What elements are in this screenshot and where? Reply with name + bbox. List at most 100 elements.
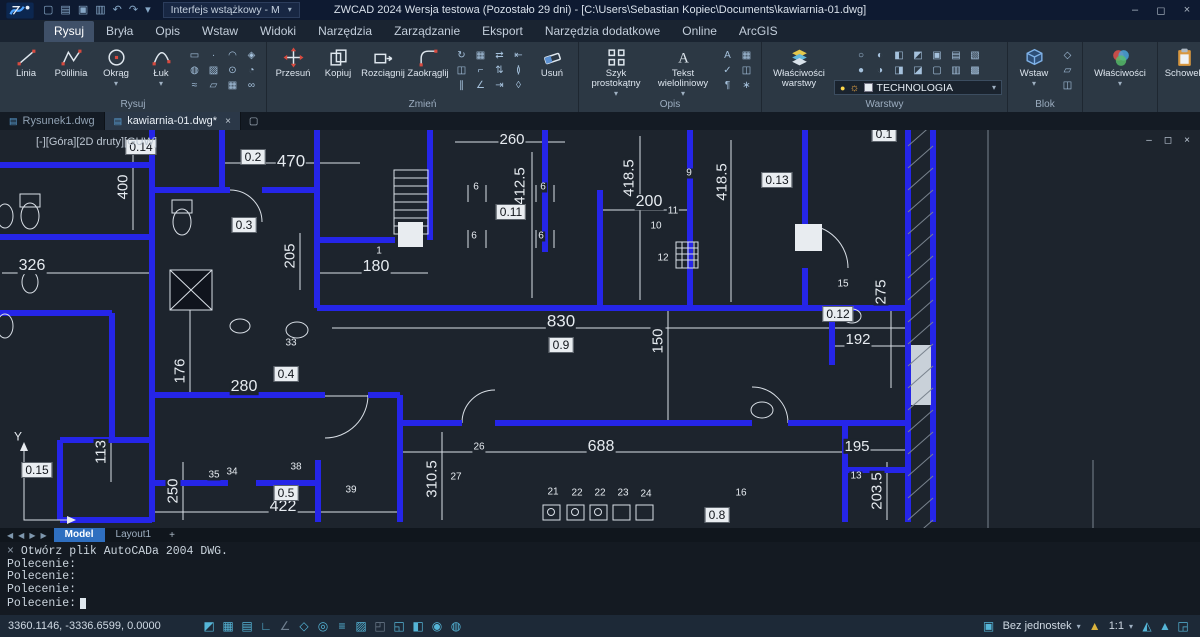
ribbon-tab-arcgis[interactable]: ArcGIS	[729, 21, 788, 42]
break-icon[interactable]: ⇤	[510, 48, 527, 63]
annotation-autoscale-icon[interactable]: ▲	[1156, 617, 1174, 635]
command-prompt-line[interactable]: Polecenie:	[7, 598, 1193, 611]
wstaw-button[interactable]: Wstaw ▾	[1013, 44, 1055, 97]
annotation-monitor-icon[interactable]: ◍	[447, 617, 465, 635]
schowek-button[interactable]: Schowek	[1163, 44, 1200, 97]
polar-tracking-icon[interactable]: ∠	[276, 617, 294, 635]
doc-minimize-icon[interactable]: –	[1146, 135, 1152, 146]
layer-on-icon[interactable]: ●	[853, 63, 870, 78]
layer-delete-icon[interactable]: ▩	[967, 63, 984, 78]
ribbon-tab-eksport[interactable]: Eksport	[472, 21, 533, 42]
ribbon-tab-wstaw[interactable]: Wstaw	[192, 21, 248, 42]
ribbon-tab-widoki[interactable]: Widoki	[250, 21, 306, 42]
przesun-button[interactable]: Przesuń	[272, 44, 314, 97]
doc-restore-icon[interactable]: ◻	[1164, 135, 1172, 146]
zwcad-logo-icon[interactable]	[5, 2, 35, 19]
ribbon-tab-bryła[interactable]: Bryła	[96, 21, 143, 42]
layer-thaw-icon[interactable]: ◑	[872, 63, 889, 78]
redo-icon[interactable]: ↷	[129, 1, 138, 19]
spline-icon[interactable]: ≈	[186, 78, 203, 93]
doc-tab-rysunek1[interactable]: ▤ Rysunek1.dwg	[0, 112, 105, 130]
polilinia-button[interactable]: Polilinia	[50, 44, 92, 97]
scale-icon[interactable]: ⇄	[491, 48, 508, 63]
usun-button[interactable]: Usuń	[531, 44, 573, 97]
new-file-icon[interactable]: ▢	[43, 1, 53, 19]
offset-icon[interactable]: ∥	[453, 78, 470, 93]
arc-segment-icon[interactable]: ◠	[224, 48, 241, 63]
units-label[interactable]: Bez jednostek	[1003, 620, 1072, 632]
spell-check-icon[interactable]: ✓	[719, 63, 736, 78]
rectangle-icon[interactable]: ▭	[186, 48, 203, 63]
qat-dropdown-icon[interactable]: ▾	[145, 1, 151, 19]
close-icon[interactable]: ×	[1174, 4, 1200, 17]
doc-tab-close-icon[interactable]: ×	[225, 116, 231, 127]
linia-button[interactable]: Linia	[5, 44, 47, 97]
grid-display-icon[interactable]: ▤	[238, 617, 256, 635]
add-layout-button[interactable]: +	[162, 530, 182, 541]
okrag-button[interactable]: Okrąg ▾	[95, 44, 137, 97]
ribbon-tab-narzędzia[interactable]: Narzędzia	[308, 21, 382, 42]
zaokraglij-button[interactable]: Zaokrąglij	[407, 44, 449, 97]
field-icon[interactable]: ◫	[738, 63, 755, 78]
quick-properties-icon[interactable]: ◧	[409, 617, 427, 635]
units-icon[interactable]: ▣	[980, 617, 998, 635]
ribbon-tab-rysuj[interactable]: Rysuj	[44, 21, 94, 42]
hatch-icon[interactable]: ▨	[205, 63, 222, 78]
wlasciwosci-button[interactable]: Właściwości ▾	[1088, 44, 1152, 97]
viewport-controls[interactable]: [-][Góra][2D druty][GUW]	[36, 136, 157, 148]
align-icon[interactable]: ⇅	[491, 63, 508, 78]
table-icon[interactable]: ▦	[224, 78, 241, 93]
join-icon[interactable]: ≬	[510, 63, 527, 78]
annotative-scale-icon[interactable]: ▲	[1086, 617, 1104, 635]
revision-cloud-icon[interactable]: ◔	[243, 63, 260, 78]
snap-mode-icon[interactable]: ▦	[219, 617, 237, 635]
maximize-icon[interactable]: ◻	[1148, 4, 1174, 17]
annotation-misc-icon[interactable]: ∗	[738, 78, 755, 93]
polygon-icon[interactable]: ▱	[205, 78, 222, 93]
tab-model[interactable]: Model	[54, 528, 105, 542]
explode-icon[interactable]: ◊	[510, 78, 527, 93]
ribbon-tab-zarządzanie[interactable]: Zarządzanie	[384, 21, 470, 42]
construction-line-icon[interactable]: ∞	[243, 78, 260, 93]
layer-select[interactable]: ● ☼ TECHNOLOGIA ▾	[834, 80, 1002, 95]
region-icon[interactable]: ◈	[243, 48, 260, 63]
clean-screen-icon[interactable]: ◲	[1174, 617, 1192, 635]
layer-unisolate-icon[interactable]: ◪	[910, 63, 927, 78]
doc-tab-kawiarnia[interactable]: ▤ kawiarnia-01.dwg* ×	[105, 112, 241, 130]
minimize-icon[interactable]: –	[1122, 4, 1148, 17]
wlasciwosci-warstwy-button[interactable]: Właściwości warstwy	[767, 44, 831, 97]
create-block-icon[interactable]: ◇	[1059, 48, 1076, 63]
layer-states-icon[interactable]: ▥	[948, 63, 965, 78]
command-line-panel[interactable]: ×Otwórz plik AutoCADa 2004 DWG.Polecenie…	[0, 542, 1200, 615]
first-layout-icon[interactable]: ◀	[7, 531, 13, 540]
chevron-down-icon[interactable]: ▾	[1077, 622, 1081, 631]
transparency-icon[interactable]: ▨	[352, 617, 370, 635]
layer-off-icon[interactable]: ○	[853, 48, 870, 63]
plot-icon[interactable]: ▥	[95, 1, 105, 19]
layer-freeze-icon[interactable]: ◐	[872, 48, 889, 63]
point-icon[interactable]: ∙	[205, 48, 222, 63]
tekst-wieloliniowy-button[interactable]: A Tekst wieloliniowy ▾	[651, 44, 715, 97]
workspace-dropdown[interactable]: Interfejs wstążkowy - M ▾	[163, 2, 300, 18]
annotation-scale-label[interactable]: 1:1	[1109, 620, 1124, 632]
doc-close-icon[interactable]: ×	[1184, 135, 1190, 146]
ribbon-tab-narzędzia-dodatkowe[interactable]: Narzędzia dodatkowe	[535, 21, 670, 42]
rozciagnij-button[interactable]: Rozciągnij	[362, 44, 404, 97]
next-layout-icon[interactable]: ▶	[29, 531, 35, 540]
single-text-icon[interactable]: A	[719, 48, 736, 63]
ortho-mode-icon[interactable]: ∟	[257, 617, 275, 635]
kopiuj-button[interactable]: Kopiuj	[317, 44, 359, 97]
szyk-prostokatny-button[interactable]: Szyk prostokątny ▾	[584, 44, 648, 97]
new-drawing-tab-icon[interactable]: ▢	[241, 112, 266, 130]
chevron-down-icon[interactable]: ▾	[1129, 622, 1133, 631]
command-close-icon[interactable]: ×	[7, 546, 14, 559]
layer-unlock-icon[interactable]: ◨	[891, 63, 908, 78]
layer-lock-icon[interactable]: ◧	[891, 48, 908, 63]
object-snap-icon[interactable]: ◇	[295, 617, 313, 635]
rotate-icon[interactable]: ↻	[453, 48, 470, 63]
lineweight-icon[interactable]: ≡	[333, 617, 351, 635]
drawing-viewport[interactable]: 470400260412.5418.5418.52003262051808301…	[0, 130, 1200, 528]
prev-layout-icon[interactable]: ◀	[18, 531, 24, 540]
annotation-visibility-icon[interactable]: ◭	[1138, 617, 1156, 635]
luk-button[interactable]: Łuk ▾	[140, 44, 182, 97]
